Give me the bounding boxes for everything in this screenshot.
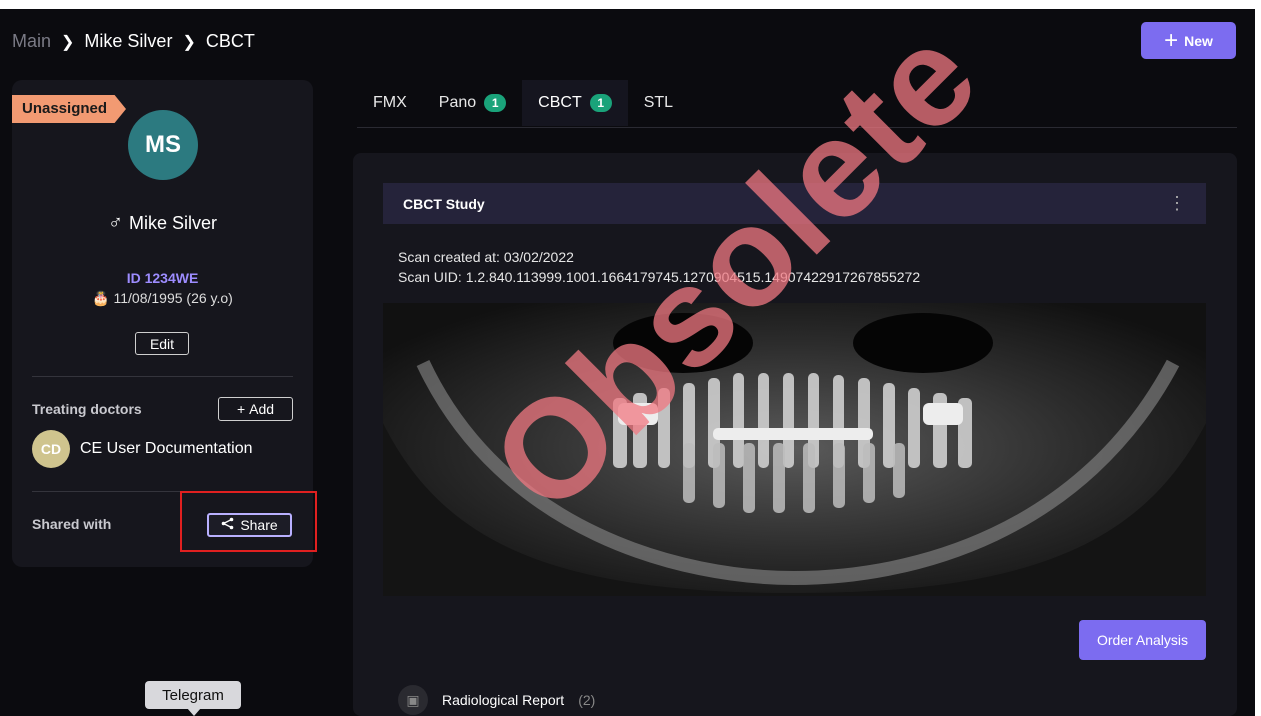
scan-uid: Scan UID: 1.2.840.113999.1001.1664179745… bbox=[398, 269, 921, 285]
radiological-report-item[interactable]: ▣ Radiological Report (2) bbox=[398, 685, 595, 715]
tab-count-badge: 1 bbox=[589, 94, 612, 112]
breadcrumb-patient[interactable]: Mike Silver bbox=[84, 31, 172, 52]
chevron-right-icon: ❯ bbox=[61, 33, 75, 51]
report-label: Radiological Report bbox=[442, 692, 565, 708]
report-count: (2) bbox=[578, 692, 596, 708]
plus-icon: + bbox=[236, 401, 246, 417]
patient-id: ID 1234WE bbox=[126, 270, 199, 286]
breadcrumb-current: CBCT bbox=[205, 31, 255, 51]
tab-label: CBCT bbox=[538, 94, 582, 111]
order-analysis-button[interactable]: Order Analysis bbox=[1079, 620, 1206, 660]
breadcrumb: Main ❯ Mike Silver ❯ CBCT bbox=[12, 31, 255, 52]
tooltip-arrow bbox=[187, 708, 201, 716]
tab-label: Pano bbox=[438, 94, 477, 111]
top-edge bbox=[0, 0, 1261, 9]
more-vertical-icon[interactable]: ⋮ bbox=[1168, 193, 1186, 214]
edit-button[interactable]: Edit bbox=[135, 332, 189, 355]
doctor-item[interactable]: CD CE User Documentation bbox=[32, 430, 253, 468]
study-panel: CBCT Study ⋮ Scan created at: 03/02/2022… bbox=[353, 153, 1237, 716]
doctor-name: CE User Documentation bbox=[80, 440, 253, 457]
report-icon: ▣ bbox=[398, 685, 428, 715]
highlight-box bbox=[180, 491, 317, 552]
shared-with-label: Shared with bbox=[32, 516, 112, 532]
divider bbox=[32, 376, 293, 377]
new-button-label: New bbox=[1184, 32, 1213, 49]
birthday-cake-icon: 🎂 bbox=[92, 290, 110, 306]
tab-fmx[interactable]: FMX bbox=[357, 80, 423, 126]
study-header: CBCT Study ⋮ bbox=[383, 183, 1206, 224]
study-title: CBCT Study bbox=[403, 195, 485, 212]
right-edge bbox=[1255, 0, 1261, 716]
tab-bar: FMX Pano 1 CBCT 1 STL bbox=[357, 80, 689, 126]
cbct-panoramic-image[interactable] bbox=[383, 303, 1206, 596]
tab-label: STL bbox=[643, 94, 674, 111]
telegram-tooltip: Telegram bbox=[145, 681, 241, 709]
doctor-avatar: CD bbox=[32, 430, 70, 468]
app-window: Main ❯ Mike Silver ❯ CBCT + New Unassign… bbox=[0, 0, 1255, 716]
add-doctor-label: Add bbox=[249, 401, 275, 417]
plus-icon: + bbox=[1164, 26, 1179, 54]
patient-name-text: Mike Silver bbox=[128, 213, 217, 233]
tab-pano[interactable]: Pano 1 bbox=[423, 80, 522, 126]
chevron-right-icon: ❯ bbox=[182, 33, 196, 51]
tab-label: FMX bbox=[373, 94, 407, 111]
male-icon: ♂ bbox=[107, 212, 123, 234]
breadcrumb-main[interactable]: Main bbox=[12, 31, 51, 52]
scan-meta: Scan created at: 03/02/2022 Scan UID: 1.… bbox=[398, 247, 920, 287]
scan-created: Scan created at: 03/02/2022 bbox=[398, 249, 574, 265]
add-doctor-button[interactable]: + Add bbox=[218, 397, 293, 421]
patient-dob-text: 11/08/1995 (26 y.o) bbox=[113, 290, 233, 306]
patient-dob: 🎂 11/08/1995 (26 y.o) bbox=[12, 290, 313, 307]
tab-underline bbox=[357, 127, 1237, 128]
tab-count-badge: 1 bbox=[484, 94, 507, 112]
tab-cbct[interactable]: CBCT 1 bbox=[522, 80, 628, 126]
patient-name: ♂ Mike Silver bbox=[12, 212, 313, 235]
tab-stl[interactable]: STL bbox=[628, 80, 689, 126]
avatar: MS bbox=[128, 110, 198, 180]
status-badge: Unassigned bbox=[12, 95, 126, 123]
treating-doctors-label: Treating doctors bbox=[32, 401, 142, 417]
new-button[interactable]: + New bbox=[1141, 22, 1236, 59]
